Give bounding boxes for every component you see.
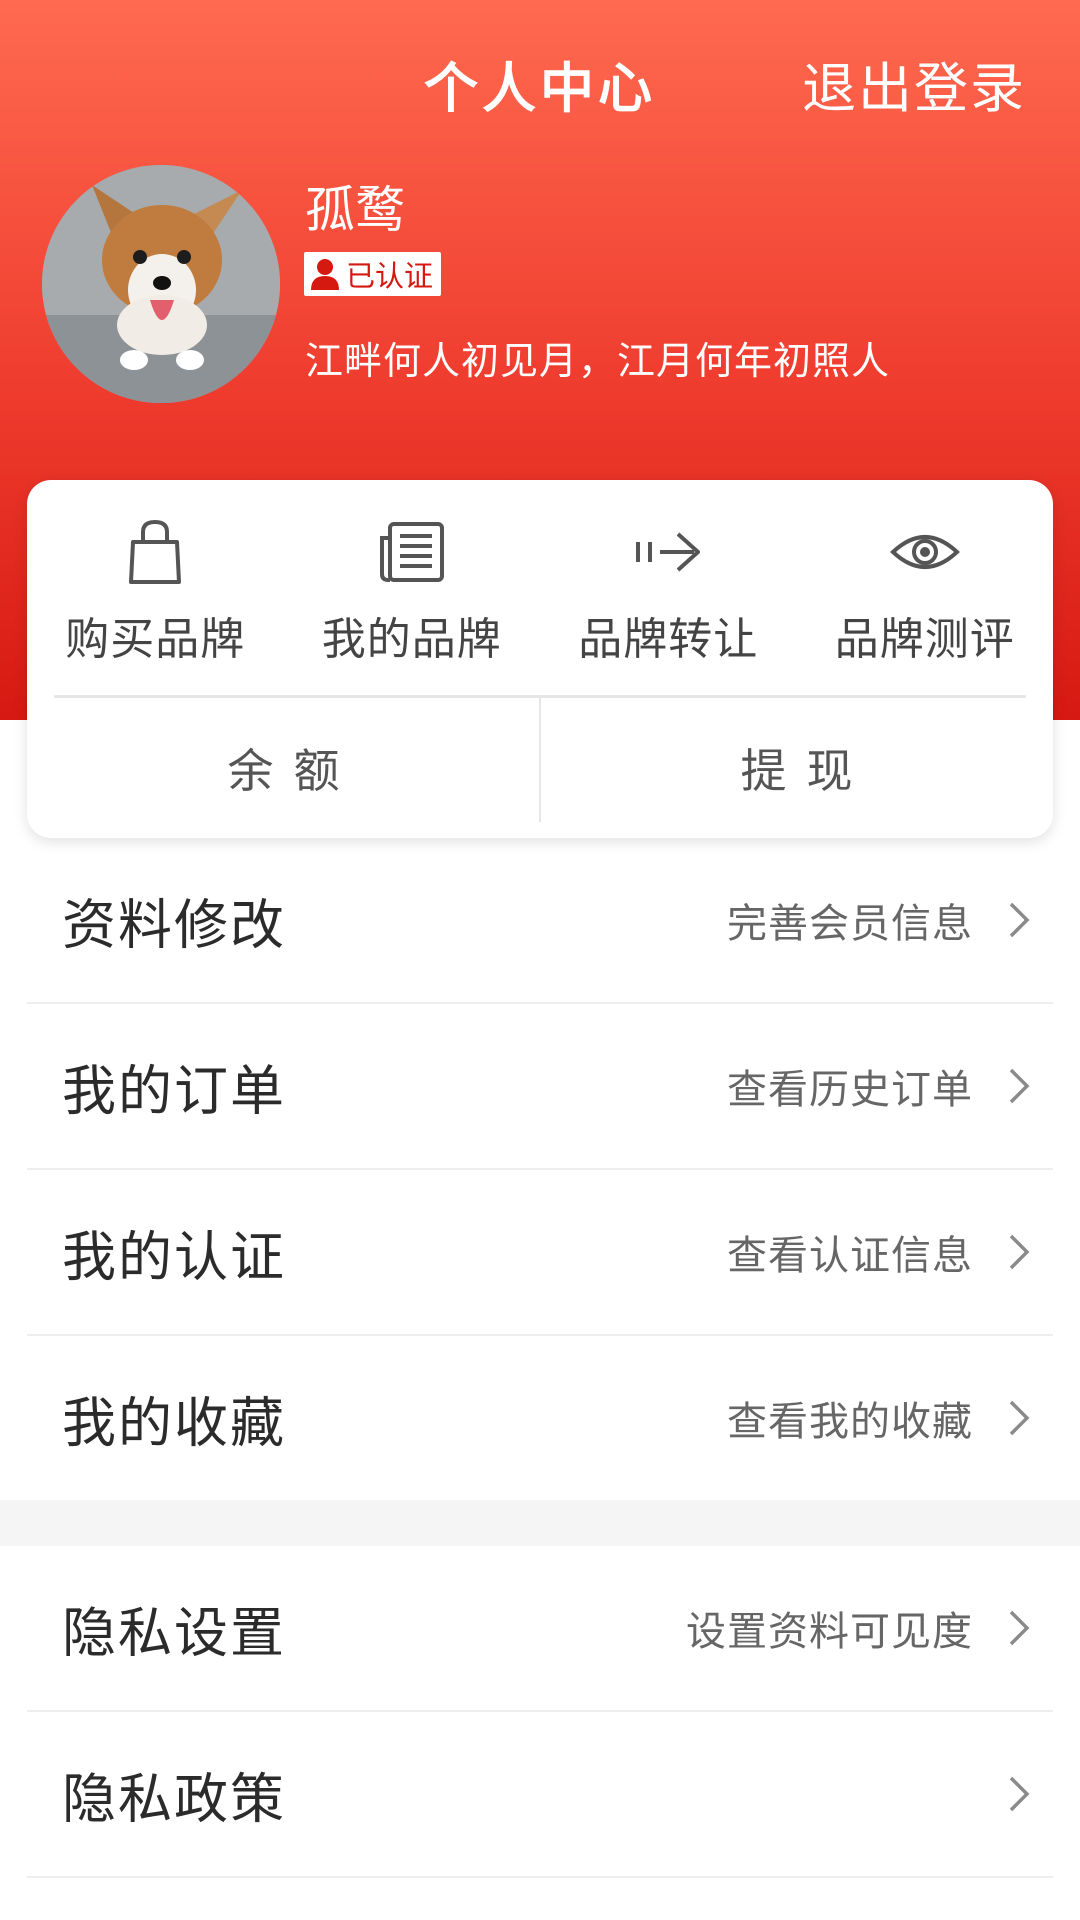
chevron-right-icon <box>1007 1066 1031 1106</box>
balance-divider <box>539 698 541 822</box>
menu-item-my-orders[interactable]: 我的订单 查看历史订单 <box>27 1004 1053 1170</box>
section-gap <box>0 1500 1080 1546</box>
menu-item-label: 我的收藏 <box>62 1391 286 1455</box>
profile-page: 个人中心 退出登录 孤鹜 已认证 江畔何人初见月，江月何年初照人 购买品牌 我的… <box>0 0 1080 1920</box>
menu-item-hint: 完善会员信息 <box>727 901 973 947</box>
news-list-icon <box>376 516 448 588</box>
balance-row: 余额 提现 <box>27 698 1053 838</box>
quick-action-label: 购买品牌 <box>65 614 246 665</box>
quick-actions: 购买品牌 我的品牌 品牌转让 品牌测评 <box>27 480 1053 695</box>
quick-action-label: 品牌测评 <box>834 614 1015 665</box>
menu-item-privacy-policy[interactable]: 隐私政策 <box>27 1712 1053 1878</box>
person-icon <box>311 259 339 290</box>
menu-item-edit-profile[interactable]: 资料修改 完善会员信息 <box>27 838 1053 1004</box>
menu-item-hint: 设置资料可见度 <box>686 1609 973 1655</box>
quick-action-label: 品牌转让 <box>578 614 759 665</box>
menu-item-label: 我的认证 <box>62 1225 286 1289</box>
avatar[interactable] <box>42 165 280 403</box>
menu-item-label: 资料修改 <box>62 893 286 957</box>
menu-item-hint: 查看我的收藏 <box>727 1399 973 1445</box>
chevron-right-icon <box>1007 1398 1031 1438</box>
my-brand-button[interactable]: 我的品牌 <box>284 480 541 695</box>
menu-item-hint: 查看历史订单 <box>727 1067 973 1113</box>
brand-transfer-button[interactable]: 品牌转让 <box>540 480 797 695</box>
transfer-arrow-icon <box>632 516 704 588</box>
menu-item-label: 隐私设置 <box>62 1601 286 1665</box>
username: 孤鹜 <box>305 181 405 239</box>
shopping-bag-icon <box>119 516 191 588</box>
eye-icon <box>889 516 961 588</box>
menu-item-label: 我的订单 <box>62 1059 286 1123</box>
bio-text: 江畔何人初见月，江月何年初照人 <box>305 339 891 383</box>
quick-action-label: 我的品牌 <box>321 614 502 665</box>
logout-button[interactable]: 退出登录 <box>802 44 1026 123</box>
dog-photo-icon <box>42 165 280 403</box>
menu-item-my-favorites[interactable]: 我的收藏 查看我的收藏 <box>27 1336 1053 1502</box>
balance-button[interactable]: 余额 <box>27 698 540 838</box>
chevron-right-icon <box>1007 1774 1031 1814</box>
chevron-right-icon <box>1007 1232 1031 1272</box>
quick-actions-card: 购买品牌 我的品牌 品牌转让 品牌测评 余额 提现 <box>27 480 1053 838</box>
verified-badge: 已认证 <box>304 252 442 296</box>
menu-item-hint: 查看认证信息 <box>727 1233 973 1279</box>
chevron-right-icon <box>1007 1608 1031 1648</box>
chevron-right-icon <box>1007 900 1031 940</box>
withdraw-button[interactable]: 提现 <box>540 698 1053 838</box>
buy-brand-button[interactable]: 购买品牌 <box>27 480 284 695</box>
menu-item-privacy-settings[interactable]: 隐私设置 设置资料可见度 <box>27 1546 1053 1712</box>
verified-label: 已认证 <box>346 259 434 293</box>
brand-review-button[interactable]: 品牌测评 <box>797 480 1054 695</box>
menu-item-my-certification[interactable]: 我的认证 查看认证信息 <box>27 1170 1053 1336</box>
menu-item-label: 隐私政策 <box>62 1767 286 1831</box>
